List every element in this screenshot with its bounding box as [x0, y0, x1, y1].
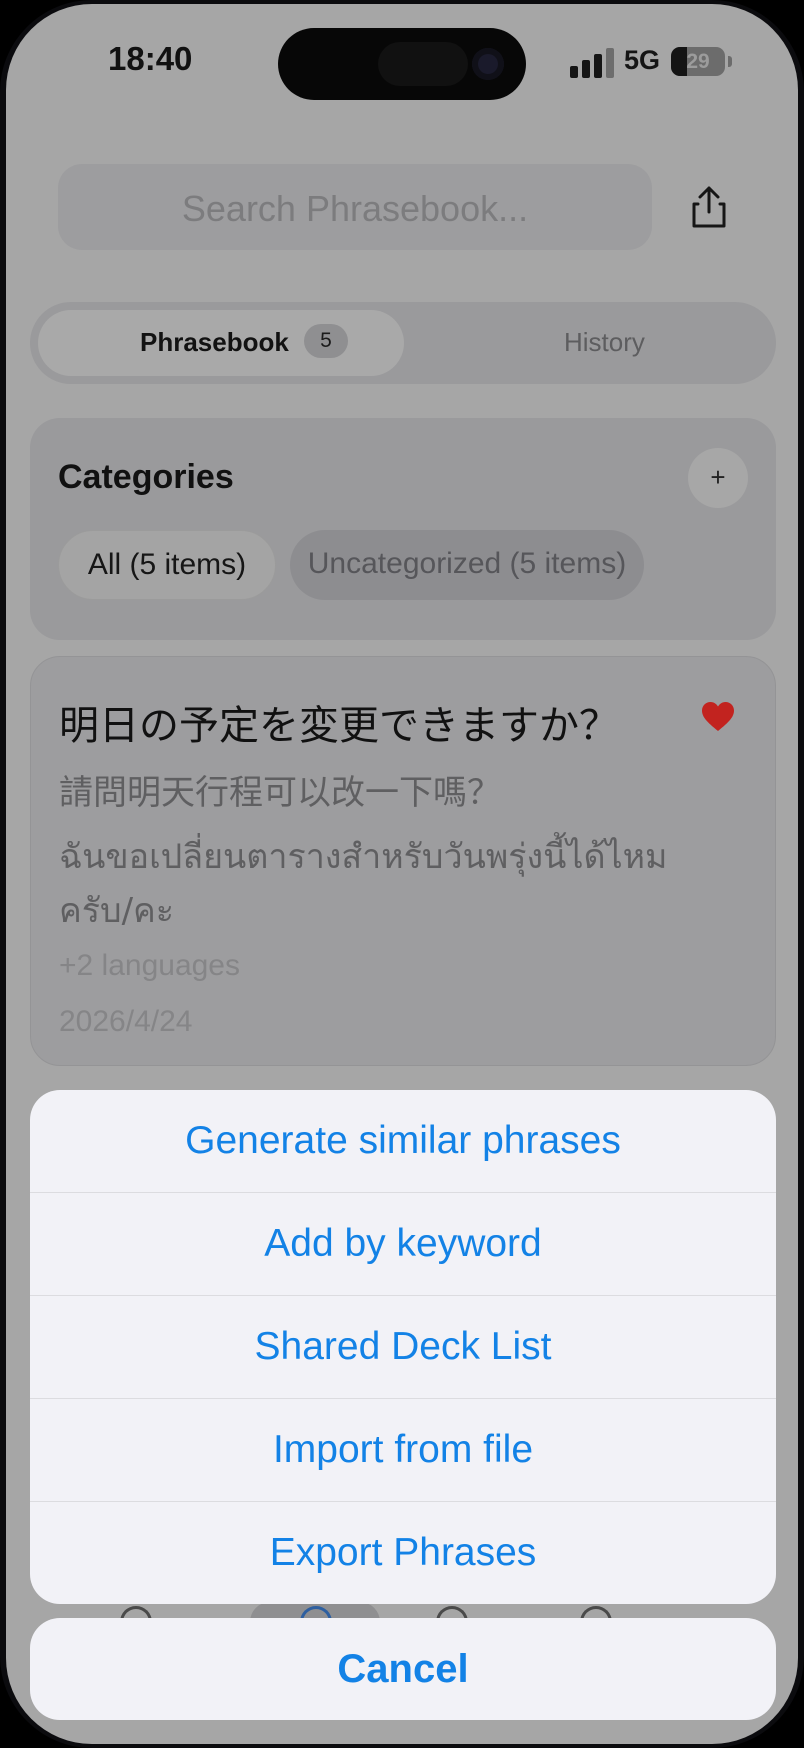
add-by-keyword-button[interactable]: Add by keyword [30, 1193, 776, 1295]
phrase-card[interactable]: 明日の予定を変更できますか？ 請問明天行程可以改一下嗎？ ฉันขอเปลี่ย… [30, 656, 776, 1066]
category-chip-uncategorized[interactable]: Uncategorized (5 items) [290, 530, 644, 600]
categories-card: Categories + All (5 items) Uncategorized… [30, 418, 776, 640]
search-placeholder: Search Phrasebook... [181, 188, 529, 229]
island-sensor [378, 42, 468, 86]
export-phrases-button[interactable]: Export Phrases [30, 1502, 776, 1604]
tab-phrasebook-label: Phrasebook [140, 327, 289, 357]
category-chip-all[interactable]: All (5 items) [58, 530, 276, 600]
generate-similar-phrases-button[interactable]: Generate similar phrases [30, 1090, 776, 1192]
shared-deck-list-button[interactable]: Shared Deck List [30, 1296, 776, 1398]
phrase-translation-chinese: 請問明天行程可以改一下嗎？ [59, 773, 501, 813]
network-type: 5G [624, 45, 661, 75]
battery-icon: 29 [671, 47, 725, 76]
front-camera [472, 48, 504, 80]
phrasebook-count-badge: 5 [304, 324, 348, 358]
segmented-control: Phrasebook 5 History [30, 302, 776, 384]
phone-frame: 18:40 5G 29 Search Phrasebook... Phraseb… [0, 0, 804, 1748]
status-time: 18:40 [108, 40, 193, 77]
import-from-file-button[interactable]: Import from file [30, 1399, 776, 1501]
tab-history[interactable]: History [564, 327, 645, 358]
share-icon[interactable] [686, 184, 732, 230]
search-input[interactable]: Search Phrasebook... [58, 164, 652, 250]
phrase-translation-thai: ฉันขอเปลี่ยนตารางสำหรับวันพรุ่งนี้ได้ไหม [59, 837, 668, 877]
heart-icon[interactable] [701, 701, 735, 733]
screen: 18:40 5G 29 Search Phrasebook... Phraseb… [6, 4, 798, 1744]
phrase-translation-thai-cont: ครับ/คะ [59, 891, 175, 931]
action-sheet: Generate similar phrases Add by keyword … [30, 1090, 776, 1604]
categories-title: Categories [58, 458, 234, 496]
phrase-date: 2026/4/24 [59, 1005, 193, 1038]
battery-tip [728, 56, 732, 67]
more-languages: +2 languages [59, 949, 240, 982]
cellular-signal-icon [570, 48, 616, 78]
cancel-button[interactable]: Cancel [30, 1618, 776, 1720]
add-category-button[interactable]: + [688, 448, 748, 508]
phrase-main-text: 明日の予定を変更できますか？ [59, 703, 619, 749]
battery-percent: 29 [686, 50, 710, 73]
dynamic-island [278, 28, 526, 100]
